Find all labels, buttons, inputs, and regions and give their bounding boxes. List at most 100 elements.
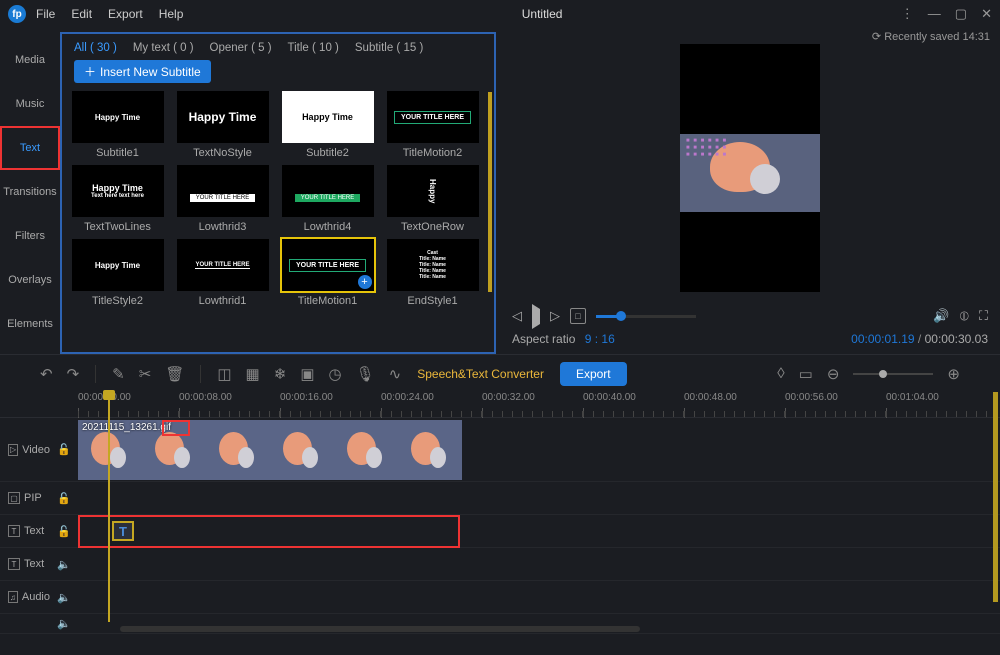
asset-thumb[interactable]: YOUR TITLE HERE xyxy=(282,165,374,217)
prev-frame-icon[interactable]: ◁ xyxy=(512,308,522,324)
ruler-mark: 00:00:16.00 xyxy=(280,392,381,417)
assets-scrollbar[interactable] xyxy=(488,92,492,292)
asset-card[interactable]: YOUR TITLE HERE Lowthrid4 xyxy=(278,165,377,233)
ruler-mark: 00:00:40.00 xyxy=(583,392,684,417)
zoom-slider[interactable] xyxy=(853,373,933,375)
freeze-icon[interactable]: ❄ xyxy=(274,365,287,383)
add-icon[interactable]: + xyxy=(358,275,372,289)
sidebar-item-music[interactable]: Music xyxy=(0,82,60,126)
asset-thumb[interactable]: YOUR TITLE HERE xyxy=(177,239,269,291)
undo-icon[interactable]: ↶ xyxy=(40,365,53,383)
lock-icon[interactable]: 🔓 xyxy=(50,525,78,538)
marker-icon[interactable]: ◊ xyxy=(777,365,784,382)
sidebar-item-media[interactable]: Media xyxy=(0,38,60,82)
zoom-out-icon[interactable]: ⊖ xyxy=(827,365,840,383)
asset-thumb[interactable]: Happy Time xyxy=(72,91,164,143)
asset-card[interactable]: HappyTextOneRow xyxy=(383,165,482,233)
asset-card[interactable]: CastTitle: NameTitle: NameTitle: NameTit… xyxy=(383,239,482,307)
audio-tool-icon[interactable]: ∿ xyxy=(389,365,402,383)
asset-thumb[interactable]: Happy TimeText here text here xyxy=(72,165,164,217)
asset-card[interactable]: Happy TimeSubtitle1 xyxy=(68,91,167,159)
seek-slider[interactable] xyxy=(596,315,696,318)
lock-icon[interactable]: 🔓 xyxy=(50,492,78,505)
asset-thumb[interactable]: YOUR TITLE HERE xyxy=(177,165,269,217)
sidebar-item-filters[interactable]: Filters xyxy=(0,214,60,258)
menu-export[interactable]: Export xyxy=(108,7,143,21)
mosaic-icon[interactable]: ▦ xyxy=(246,365,260,383)
asset-card-label: Lowthrid4 xyxy=(304,221,352,233)
track-video-label: Video xyxy=(22,444,50,456)
menu-help[interactable]: Help xyxy=(159,7,184,21)
tab-opener[interactable]: Opener ( 5 ) xyxy=(210,42,272,54)
asset-thumb[interactable]: YOUR TITLE HERE+ xyxy=(282,239,374,291)
asset-thumb[interactable]: YOUR TITLE HERE xyxy=(387,91,479,143)
crop-icon[interactable]: ◫ xyxy=(217,365,231,383)
asset-thumb[interactable]: Happy Time xyxy=(282,91,374,143)
playhead[interactable] xyxy=(108,392,110,622)
plus-icon: ＋ xyxy=(84,63,96,80)
timeline-scrollbar-horizontal[interactable] xyxy=(120,626,640,632)
cut-icon[interactable]: ✂ xyxy=(139,365,152,383)
asset-thumb[interactable]: Happy Time xyxy=(177,91,269,143)
stop-button[interactable]: □ xyxy=(570,308,586,324)
volume-icon[interactable]: 🔈 xyxy=(57,592,71,604)
delete-icon[interactable]: 🗑 xyxy=(165,365,184,383)
asset-card-label: Lowthrid1 xyxy=(199,295,247,307)
volume-icon[interactable]: 🔈 xyxy=(57,618,71,630)
ruler-mark: 00:00:56.00 xyxy=(785,392,886,417)
asset-thumb[interactable]: Happy Time xyxy=(72,239,164,291)
aspect-ratio-value[interactable]: 9 : 16 xyxy=(585,332,615,346)
voiceover-icon[interactable]: 🎙 xyxy=(356,365,375,383)
edit-icon[interactable]: ✎ xyxy=(112,365,125,383)
text-clip[interactable]: T xyxy=(112,521,134,541)
export-button[interactable]: Export xyxy=(560,362,627,386)
tab-all[interactable]: All ( 30 ) xyxy=(74,42,117,54)
minimize-icon[interactable]: — xyxy=(928,6,941,22)
duration-icon[interactable]: ◷ xyxy=(329,365,342,383)
preview-viewport[interactable]: ■ ■ ■ ■ ■ ■■ ■ ■ ■ ■ ■■ ■ ■ ■ ■ ■ xyxy=(680,44,820,292)
redo-icon[interactable]: ↷ xyxy=(67,365,80,383)
asset-card[interactable]: YOUR TITLE HERE Lowthrid1 xyxy=(173,239,272,307)
sidebar-item-elements[interactable]: Elements xyxy=(0,302,60,346)
play-icon[interactable] xyxy=(532,309,540,324)
zoom-in-icon[interactable]: ⊕ xyxy=(947,365,960,383)
asset-card[interactable]: Happy TimeTextNoStyle xyxy=(173,91,272,159)
sidebar-item-text[interactable]: Text xyxy=(0,126,60,170)
tab-mytext[interactable]: My text ( 0 ) xyxy=(133,42,194,54)
sidebar-item-transitions[interactable]: Transitions xyxy=(0,170,60,214)
asset-card[interactable]: Happy TimeTitleStyle2 xyxy=(68,239,167,307)
lock-icon[interactable]: 🔓 xyxy=(50,443,78,456)
more-icon[interactable]: ⋮ xyxy=(901,6,914,22)
category-sidebar: Media Music Text Transitions Filters Ove… xyxy=(0,28,60,354)
sidebar-item-overlays[interactable]: Overlays xyxy=(0,258,60,302)
menu-file[interactable]: File xyxy=(36,7,55,21)
volume-icon[interactable]: 🔈 xyxy=(57,559,71,571)
asset-card[interactable]: Happy TimeText here text hereTextTwoLine… xyxy=(68,165,167,233)
menu-edit[interactable]: Edit xyxy=(71,7,92,21)
asset-card[interactable]: YOUR TITLE HERETitleMotion2 xyxy=(383,91,482,159)
timeline-ruler[interactable]: 00:00:00.0000:00:08.0000:00:16.0000:00:2… xyxy=(0,392,1000,418)
tab-title[interactable]: Title ( 10 ) xyxy=(288,42,339,54)
speech-text-converter-button[interactable]: Speech&Text Converter xyxy=(417,367,544,381)
snapshot-icon[interactable]: ⦶ xyxy=(959,308,968,324)
asset-card[interactable]: Happy TimeSubtitle2 xyxy=(278,91,377,159)
next-frame-icon[interactable]: ▷ xyxy=(550,308,560,324)
zoom-tool-icon[interactable]: ▣ xyxy=(300,365,314,383)
insert-subtitle-button[interactable]: ＋ Insert New Subtitle xyxy=(74,60,211,83)
ruler-mark: 00:01:04.00 xyxy=(886,392,987,417)
tab-subtitle[interactable]: Subtitle ( 15 ) xyxy=(355,42,423,54)
timeline-scrollbar-vertical[interactable] xyxy=(993,392,998,602)
asset-card[interactable]: YOUR TITLE HERE+TitleMotion1 xyxy=(278,239,377,307)
fullscreen-icon[interactable]: ⛶ xyxy=(979,308,988,324)
volume-icon[interactable]: 🔊 xyxy=(933,308,949,324)
asset-thumb[interactable]: Happy xyxy=(387,165,479,217)
track-text1-label: Text xyxy=(24,525,44,537)
asset-card[interactable]: YOUR TITLE HERELowthrid3 xyxy=(173,165,272,233)
fit-icon[interactable]: ▭ xyxy=(799,365,813,383)
close-icon[interactable]: ✕ xyxy=(981,6,992,22)
audio-track-icon: ♫ xyxy=(8,591,18,603)
video-clip[interactable]: 20211115_13261.gif xyxy=(78,420,462,480)
text-track-icon: T xyxy=(8,525,20,537)
asset-thumb[interactable]: CastTitle: NameTitle: NameTitle: NameTit… xyxy=(387,239,479,291)
maximize-icon[interactable]: ▢ xyxy=(955,6,967,22)
